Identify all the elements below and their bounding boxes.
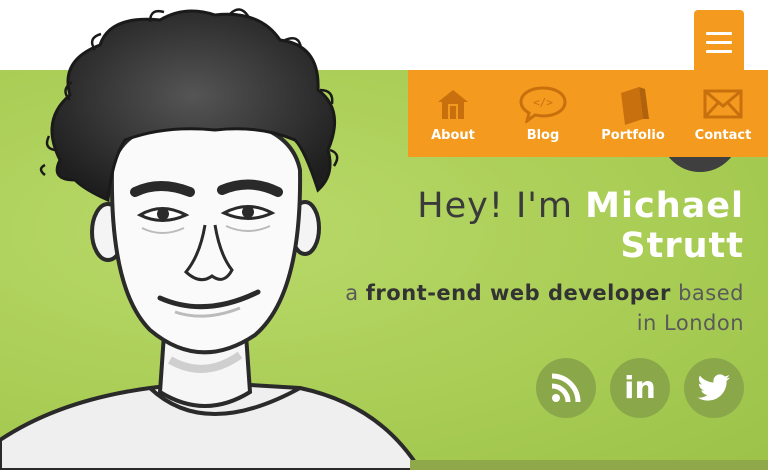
rss-icon (551, 373, 581, 403)
envelope-icon (698, 83, 748, 125)
nav-item-about[interactable]: About (408, 70, 498, 157)
hero-headline: Hey! I'm Michael Strutt (364, 186, 744, 266)
rss-link[interactable] (536, 358, 596, 418)
main-navigation: About </> Blog Portfolio Contact (408, 70, 768, 157)
name-text: Michael Strutt (585, 186, 744, 266)
tagline-role: front-end web developer (365, 281, 671, 305)
hero-tagline: a front-end web developer based in Londo… (324, 278, 744, 338)
nav-item-label: Contact (694, 128, 752, 143)
tagline-prefix: a (345, 281, 366, 305)
svg-text:</>: </> (533, 96, 553, 109)
code-speech-bubble-icon: </> (518, 83, 568, 125)
bottom-edge-strip (410, 460, 768, 470)
house-icon (428, 83, 478, 125)
nav-item-portfolio[interactable]: Portfolio (588, 70, 678, 157)
nav-item-blog[interactable]: </> Blog (498, 70, 588, 157)
menu-toggle-button[interactable] (694, 10, 744, 72)
linkedin-icon: in (624, 370, 656, 406)
nav-item-label: Portfolio (601, 128, 665, 143)
hamburger-menu-icon (706, 50, 732, 53)
hamburger-menu-icon (706, 41, 732, 44)
book-icon (608, 83, 658, 125)
twitter-link[interactable] (684, 358, 744, 418)
nav-item-label: About (431, 128, 475, 143)
greeting-text: Hey! I'm (417, 186, 586, 226)
twitter-icon (697, 374, 730, 401)
linkedin-link[interactable]: in (610, 358, 670, 418)
hamburger-menu-icon (706, 32, 732, 35)
nav-item-contact[interactable]: Contact (678, 70, 768, 157)
nav-item-label: Blog (526, 128, 560, 143)
